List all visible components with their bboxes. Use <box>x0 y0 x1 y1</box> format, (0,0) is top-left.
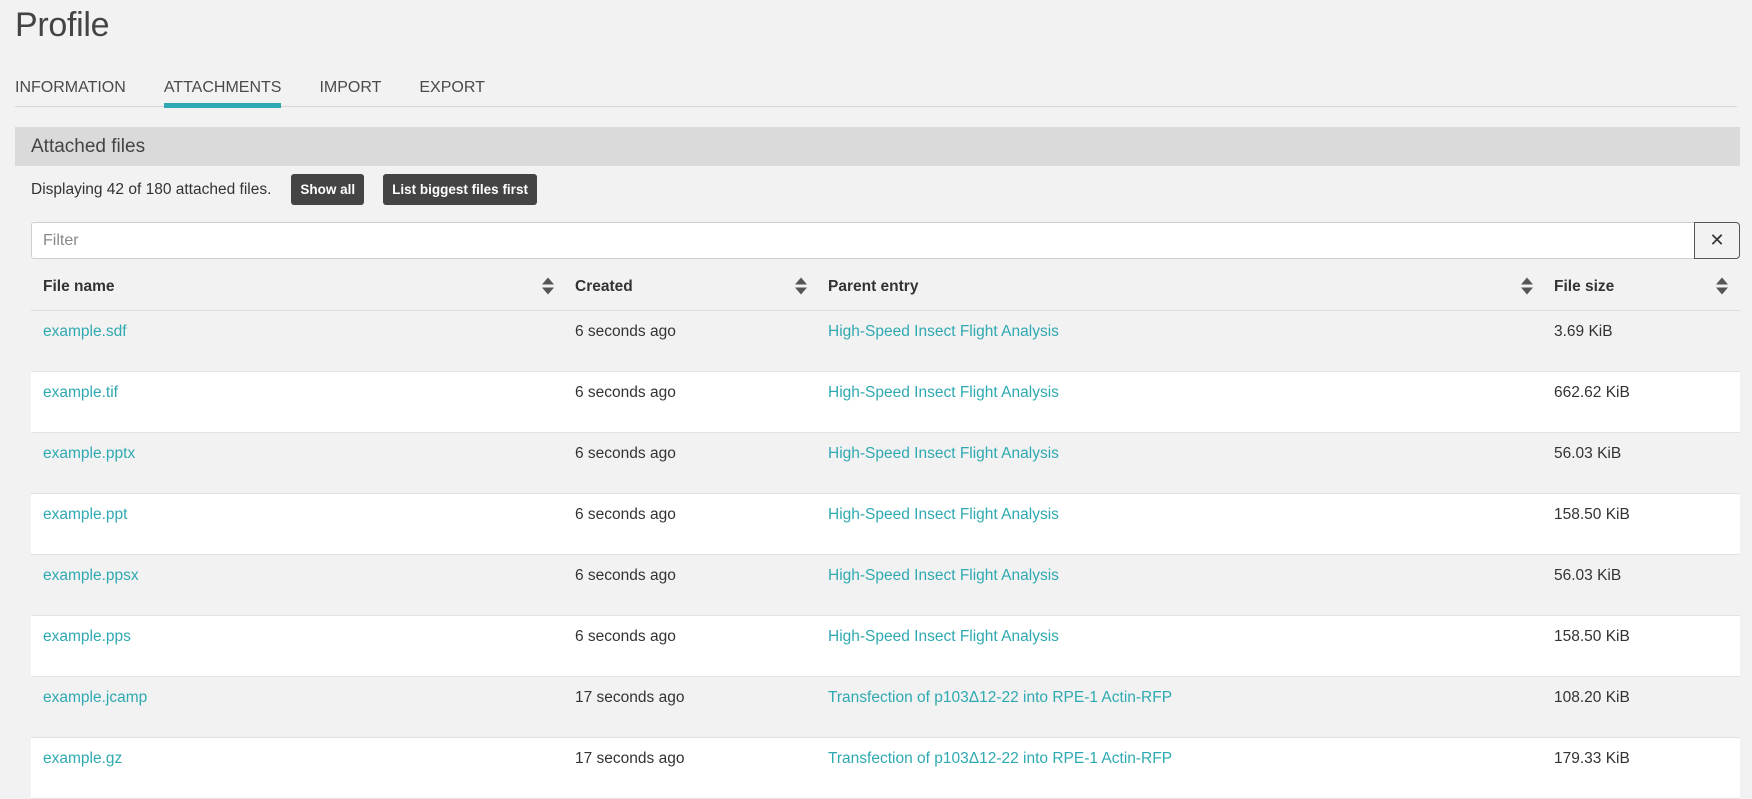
section-header: Attached files <box>15 127 1740 166</box>
table-row: example.ppsx 6 seconds ago High-Speed Inse… <box>31 555 1740 616</box>
parent-entry-cell: High-Speed Insect Flight Analysis <box>816 311 1542 341</box>
table-row: example.pps 6 seconds ago High-Speed Insec… <box>31 616 1740 677</box>
table-row: example.ppt 6 seconds ago High-Speed Insec… <box>31 494 1740 555</box>
file-name-link[interactable]: example.ppsx <box>43 567 139 584</box>
sort-icon[interactable] <box>1521 277 1533 295</box>
clear-filter-button[interactable]: ✕ <box>1694 222 1740 259</box>
file-name-link[interactable]: example.pps <box>43 628 131 645</box>
attachments-toolbar: Displaying 42 of 180 attached files. Sho… <box>31 174 556 205</box>
column-label: File size <box>1554 277 1615 295</box>
column-label: Created <box>575 277 633 295</box>
file-name-cell: example.gz <box>31 738 563 768</box>
page-title: Profile <box>15 6 110 44</box>
file-size-cell: 158.50 KiB <box>1554 628 1630 645</box>
list-biggest-first-button[interactable]: List biggest files first <box>383 174 537 205</box>
column-label: File name <box>43 277 115 295</box>
file-size-cell: 56.03 KiB <box>1554 567 1622 584</box>
file-name-cell: example.tif <box>31 372 563 402</box>
column-header-created[interactable]: Created <box>563 262 816 311</box>
parent-entry-link[interactable]: High-Speed Insect Flight Analysis <box>828 445 1059 462</box>
file-name-link[interactable]: example.ppt <box>43 506 127 523</box>
column-header-file-size[interactable]: File size <box>1542 262 1740 311</box>
show-all-button[interactable]: Show all <box>291 174 365 205</box>
parent-entry-link[interactable]: High-Speed Insect Flight Analysis <box>828 384 1059 401</box>
table-row: example.jcamp 17 seconds ago Transfection … <box>31 677 1740 738</box>
column-header-parent-entry[interactable]: Parent entry <box>816 262 1542 311</box>
parent-entry-link[interactable]: Transfection of p103Δ12-22 into RPE-1 Ac… <box>828 689 1172 706</box>
parent-entry-cell: Transfection of p103Δ12-22 into RPE-1 Ac… <box>816 738 1542 768</box>
table-header: File name Created Parent entry File size <box>31 262 1740 311</box>
file-size-cell: 158.50 KiB <box>1554 506 1630 523</box>
file-name-cell: example.jcamp <box>31 677 563 707</box>
parent-entry-link[interactable]: High-Speed Insect Flight Analysis <box>828 323 1059 340</box>
created-cell: 6 seconds ago <box>575 445 676 462</box>
files-count-text: Displaying 42 of 180 attached files. <box>31 180 272 198</box>
parent-entry-cell: Transfection of p103Δ12-22 into RPE-1 Ac… <box>816 677 1542 707</box>
file-name-link[interactable]: example.jcamp <box>43 689 147 706</box>
created-cell: 6 seconds ago <box>575 628 676 645</box>
file-name-cell: example.sdf <box>31 311 563 341</box>
filter-bar: ✕ <box>31 222 1740 259</box>
created-cell: 6 seconds ago <box>575 323 676 340</box>
table-row: example.gz 17 seconds ago Transfection of … <box>31 738 1740 799</box>
filter-input[interactable] <box>31 222 1694 259</box>
parent-entry-cell: High-Speed Insect Flight Analysis <box>816 555 1542 585</box>
file-name-cell: example.ppt <box>31 494 563 524</box>
file-name-link[interactable]: example.sdf <box>43 323 127 340</box>
column-label: Parent entry <box>828 277 919 295</box>
column-header-file-name[interactable]: File name <box>31 262 563 311</box>
file-size-cell: 3.69 KiB <box>1554 323 1613 340</box>
created-cell: 6 seconds ago <box>575 384 676 401</box>
tab-import[interactable]: IMPORT <box>319 76 381 107</box>
file-size-cell: 662.62 KiB <box>1554 384 1630 401</box>
file-name-cell: example.ppsx <box>31 555 563 585</box>
parent-entry-cell: High-Speed Insect Flight Analysis <box>816 372 1542 402</box>
parent-entry-link[interactable]: Transfection of p103Δ12-22 into RPE-1 Ac… <box>828 750 1172 767</box>
profile-tabs: INFORMATION ATTACHMENTS IMPORT EXPORT <box>15 76 1737 108</box>
file-name-cell: example.pps <box>31 616 563 646</box>
table-row: example.pptx 6 seconds ago High-Speed Inse… <box>31 433 1740 494</box>
tab-export[interactable]: EXPORT <box>419 76 485 107</box>
close-icon: ✕ <box>1709 230 1725 250</box>
sort-icon[interactable] <box>795 277 807 295</box>
file-size-cell: 179.33 KiB <box>1554 750 1630 767</box>
file-size-cell: 56.03 KiB <box>1554 445 1622 462</box>
created-cell: 6 seconds ago <box>575 567 676 584</box>
table-row: example.tif 6 seconds ago High-Speed Insec… <box>31 372 1740 433</box>
sort-icon[interactable] <box>1716 277 1728 295</box>
parent-entry-cell: High-Speed Insect Flight Analysis <box>816 433 1542 463</box>
created-cell: 6 seconds ago <box>575 506 676 523</box>
tab-information[interactable]: INFORMATION <box>15 76 126 107</box>
file-name-cell: example.pptx <box>31 433 563 463</box>
sort-icon[interactable] <box>542 277 554 295</box>
parent-entry-link[interactable]: High-Speed Insect Flight Analysis <box>828 506 1059 523</box>
file-name-link[interactable]: example.tif <box>43 384 118 401</box>
file-name-link[interactable]: example.pptx <box>43 445 135 462</box>
tab-attachments[interactable]: ATTACHMENTS <box>163 76 281 108</box>
created-cell: 17 seconds ago <box>575 750 685 767</box>
table-body: example.sdf 6 seconds ago High-Speed Insec… <box>31 311 1740 799</box>
file-size-cell: 108.20 KiB <box>1554 689 1630 706</box>
parent-entry-cell: High-Speed Insect Flight Analysis <box>816 494 1542 524</box>
created-cell: 17 seconds ago <box>575 689 685 706</box>
parent-entry-link[interactable]: High-Speed Insect Flight Analysis <box>828 628 1059 645</box>
file-name-link[interactable]: example.gz <box>43 750 122 767</box>
attachments-table: File name Created Parent entry File size… <box>31 262 1740 799</box>
parent-entry-cell: High-Speed Insect Flight Analysis <box>816 616 1542 646</box>
table-row: example.sdf 6 seconds ago High-Speed Insec… <box>31 311 1740 372</box>
parent-entry-link[interactable]: High-Speed Insect Flight Analysis <box>828 567 1059 584</box>
